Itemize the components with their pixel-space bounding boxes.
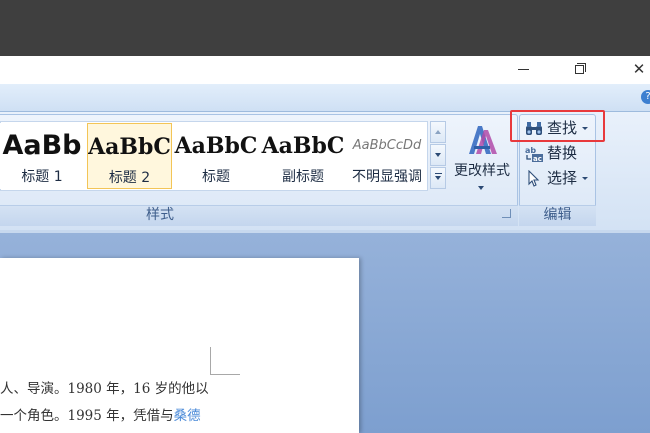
style-tile-title[interactable]: AaBbC 标题: [174, 123, 258, 189]
dialog-launcher-icon[interactable]: [502, 209, 511, 218]
workspace-edge: [0, 230, 650, 233]
minimize-button[interactable]: [508, 58, 538, 80]
help-icon[interactable]: ?: [641, 90, 650, 104]
restore-icon: [575, 65, 584, 74]
style-tile-subtle-emphasis[interactable]: AaBbCcDd 不明显强调: [347, 123, 427, 189]
style-preview: AaBbC: [261, 133, 345, 159]
editing-group-label: 编辑: [543, 207, 572, 223]
document-text-line: 人、导演。1980 年，16 岁的他以: [0, 381, 209, 397]
crop-mark: [210, 347, 211, 375]
replace-label: 替换: [547, 144, 578, 162]
ribbon-tab-strip: [0, 84, 650, 112]
style-label: 副标题: [282, 169, 324, 185]
style-label: 标题 1: [21, 169, 63, 185]
replace-icon: ab ac: [525, 146, 543, 162]
document-text-line: 一个角色。1995 年，凭借与桑德: [0, 404, 201, 424]
chevron-down-icon: [435, 153, 441, 157]
gallery-more-button[interactable]: [430, 167, 446, 189]
style-preview: AaBbCcDd: [352, 138, 422, 153]
cursor-select-icon: [528, 170, 540, 187]
style-label: 标题: [202, 169, 230, 185]
document-text: 一个角色。1995 年，凭借与: [0, 408, 174, 424]
style-preview: AaBbC: [88, 134, 171, 160]
window-titlebar: [0, 56, 650, 84]
replace-button[interactable]: ab ac 替换: [523, 142, 583, 164]
select-button[interactable]: 选择: [523, 167, 593, 189]
find-highlight-box: [510, 110, 605, 142]
style-label: 不明显强调: [352, 169, 422, 185]
svg-text:ab: ab: [525, 146, 536, 155]
style-tile-heading-1[interactable]: AaBb 标题 1: [0, 123, 84, 189]
svg-text:ac: ac: [533, 155, 542, 162]
chevron-down-icon: [478, 186, 484, 190]
change-styles-label: 更改样式: [454, 163, 510, 179]
style-preview: AaBbC: [174, 133, 258, 159]
gallery-scroll-down-button[interactable]: [430, 144, 446, 166]
document-link[interactable]: 桑德: [174, 408, 201, 424]
crop-mark: [210, 374, 240, 375]
chevron-up-icon: [435, 130, 441, 134]
gallery-scroll-up-button[interactable]: [430, 121, 446, 143]
restore-button[interactable]: [566, 58, 596, 80]
more-bar-icon: [435, 173, 442, 174]
minimize-icon: [518, 69, 529, 70]
select-label: 选择: [547, 169, 578, 187]
style-tile-subtitle[interactable]: AaBbC 副标题: [261, 123, 345, 189]
change-styles-icon: [469, 126, 497, 154]
style-tile-heading-2[interactable]: AaBbC 标题 2: [87, 123, 172, 189]
styles-group-label: 样式: [146, 207, 174, 223]
close-button[interactable]: ✕: [624, 58, 650, 80]
style-label: 标题 2: [108, 170, 151, 186]
screen-top-area: [0, 0, 650, 56]
style-preview: AaBb: [2, 130, 82, 161]
chevron-down-icon: [582, 177, 588, 180]
change-styles-button[interactable]: 更改样式: [449, 116, 515, 202]
chevron-down-icon: [435, 176, 441, 180]
